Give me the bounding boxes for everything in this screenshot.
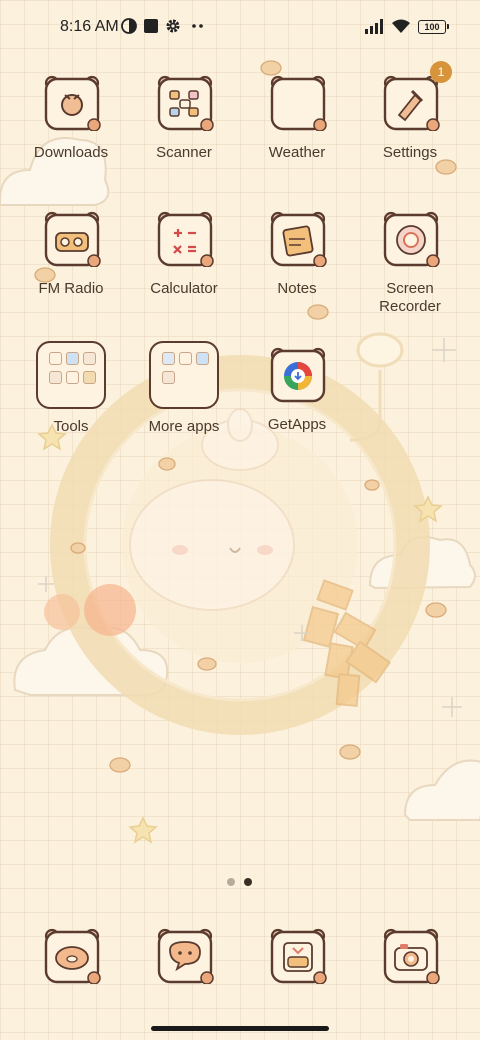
app-label: Weather (268, 144, 326, 161)
screen-recorder-icon (383, 211, 440, 267)
app-weather[interactable]: Weather (241, 75, 353, 185)
wifi-icon (392, 19, 410, 33)
app-getapps[interactable]: GetApps (241, 347, 353, 457)
gallery-icon (270, 928, 327, 984)
app-label: Tools (53, 418, 89, 435)
more-dots-icon (192, 24, 203, 28)
home-gesture-bar[interactable] (151, 1026, 329, 1031)
app-scanner[interactable]: Scanner (128, 75, 240, 185)
page-dot-2-active[interactable] (244, 878, 252, 886)
data-saver-icon (121, 18, 137, 34)
clock-time: 8:16 AM (60, 18, 119, 35)
app-label: Screen Recorder (354, 280, 466, 316)
camera-icon (383, 928, 440, 984)
app-label: Downloads (33, 144, 109, 161)
dock-camera[interactable] (354, 928, 466, 986)
folder-more-apps[interactable]: More apps (128, 341, 240, 451)
mini-app-icon (162, 371, 175, 384)
battery-nub (447, 24, 449, 29)
notes-icon (270, 211, 327, 267)
settings-icon (383, 75, 440, 131)
folder-icon (36, 341, 106, 409)
dock-gallery[interactable] (241, 928, 353, 986)
mini-app-icon (179, 352, 192, 365)
mini-app-icon (83, 371, 96, 384)
app-fm-radio[interactable]: FM Radio (15, 211, 127, 321)
mini-app-icon (66, 371, 79, 384)
dock-messages[interactable] (128, 928, 240, 986)
messages-icon (157, 928, 214, 984)
radio-icon (44, 211, 101, 267)
app-label: More apps (148, 418, 220, 435)
mini-app-icon (196, 352, 209, 365)
folder-tools[interactable]: Tools (15, 341, 127, 451)
notification-badge: 1 (430, 61, 452, 83)
app-downloads[interactable]: Downloads (15, 75, 127, 185)
battery-icon: 100 (418, 20, 446, 34)
mini-app-icon (83, 352, 96, 365)
app-label: FM Radio (38, 280, 104, 297)
downloads-icon (44, 75, 101, 131)
phone-icon (44, 928, 101, 984)
dock-phone[interactable] (15, 928, 127, 986)
app-label-line1: Screen (386, 280, 434, 297)
square-notification-icon (144, 19, 158, 33)
mini-app-icon (162, 352, 175, 365)
mini-app-icon (49, 352, 62, 365)
getapps-icon (270, 347, 326, 403)
app-label: Calculator (150, 280, 218, 297)
app-notes[interactable]: Notes (241, 211, 353, 321)
page-dot-1[interactable] (227, 878, 235, 886)
mini-app-icon (49, 371, 62, 384)
folder-icon (149, 341, 219, 409)
mini-app-icon (66, 352, 79, 365)
app-label-line2: Recorder (379, 298, 441, 315)
app-label: Notes (277, 280, 317, 297)
cellular-signal-icon (365, 19, 383, 34)
app-label: Scanner (156, 144, 212, 161)
calculator-icon (157, 211, 214, 267)
status-bar: 8:16 AM 100 (0, 0, 480, 56)
battery-level: 100 (424, 22, 440, 32)
app-settings[interactable] (354, 75, 466, 185)
app-calculator[interactable]: Calculator (128, 211, 240, 321)
scanner-icon (157, 75, 214, 131)
weather-icon (270, 75, 327, 131)
gear-icon (166, 19, 180, 33)
app-screen-recorder[interactable]: Screen Recorder (354, 211, 466, 321)
app-label: GetApps (267, 416, 327, 433)
